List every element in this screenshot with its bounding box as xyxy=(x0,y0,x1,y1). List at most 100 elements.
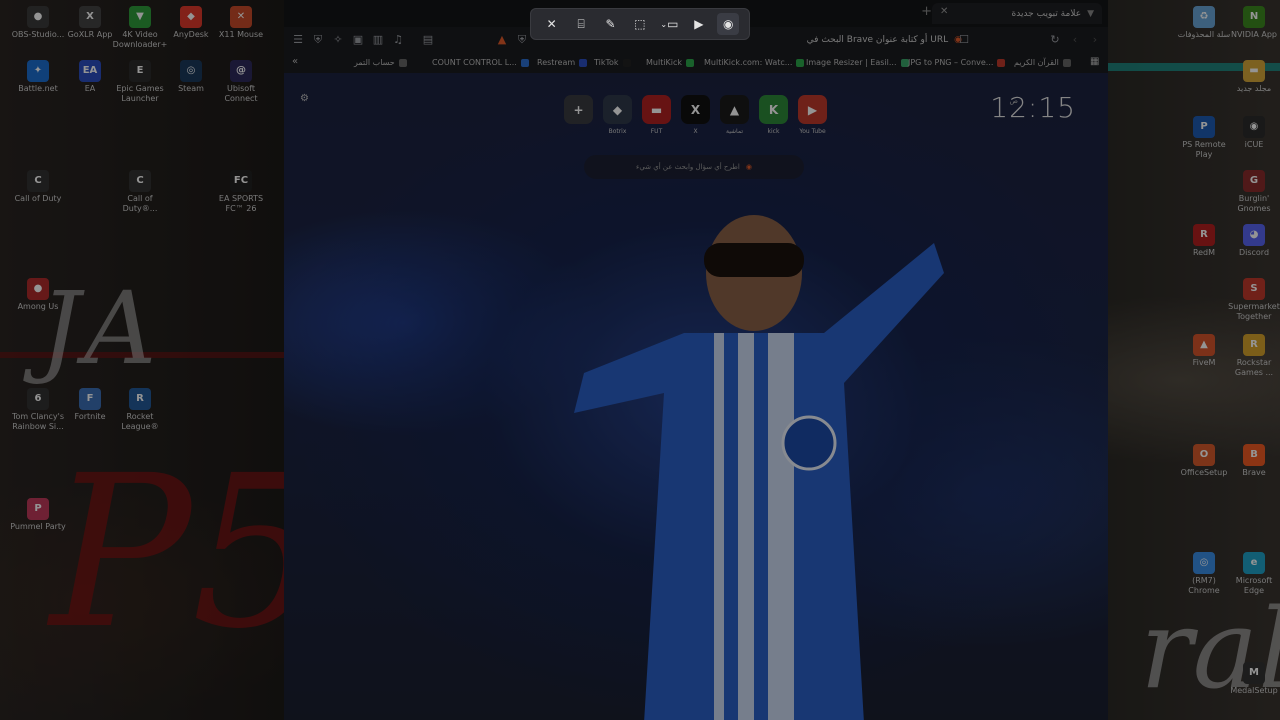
desktop-icon-goxlr[interactable]: X GoXLR App xyxy=(62,6,118,40)
url-bar[interactable]: البحث في Brave أو كتابة عنوان URL ◉ xyxy=(774,30,974,50)
desktop-icon-redm[interactable]: R RedM xyxy=(1176,224,1232,258)
desktop-icon-ea[interactable]: EA EA xyxy=(62,60,118,94)
kick-icon: K xyxy=(759,95,788,124)
goxlr-icon: X xyxy=(79,6,101,28)
desktop-icon-x11-mouse[interactable]: ✕ X11 Mouse xyxy=(213,6,269,40)
search-box[interactable]: اطرح أي سؤال وابحث عن أي شيء ◉ xyxy=(584,155,804,179)
ea-sports-fc-icon: FC xyxy=(230,170,252,192)
youtube-icon: ▶ xyxy=(798,95,827,124)
top-site-x[interactable]: XX xyxy=(681,95,710,135)
wallet-icon[interactable]: ▤ xyxy=(420,32,436,48)
music-icon[interactable]: ♫ xyxy=(390,32,406,48)
desktop-icon-ubisoft[interactable]: @ Ubisoft Connect xyxy=(213,60,269,104)
close-tab-icon[interactable]: ✕ xyxy=(940,6,948,17)
bookmark-item[interactable]: القرآن الكريم xyxy=(1014,58,1071,67)
bookmarks-overflow-icon[interactable]: « xyxy=(292,56,298,67)
add-shortcut-icon: + xyxy=(564,95,593,124)
top-site-youtube[interactable]: ▶ You Tube xyxy=(798,95,827,135)
tab-new-tab[interactable]: ✕ علامة تبويب جديدة ▼ xyxy=(932,3,1102,24)
bookmark-icon[interactable]: ☐ xyxy=(956,32,972,48)
brave-icon: B xyxy=(1243,444,1265,466)
reload-icon[interactable]: ↻ xyxy=(1047,32,1063,48)
anydesk-icon: ◆ xyxy=(180,6,202,28)
bookmark-item[interactable]: MultiKick.com: Watc... xyxy=(704,58,805,67)
desktop-icon-fortnite[interactable]: F Fortnite xyxy=(62,388,118,422)
desktop-icon-rainbow-six[interactable]: 6 Tom Clancy's Rainbow Si... xyxy=(10,388,66,432)
shape-picker-button[interactable]: ⬚ xyxy=(629,13,651,35)
url-placeholder: البحث في Brave أو كتابة عنوان URL xyxy=(806,35,949,45)
desktop-icon-discord[interactable]: ◕ Discord xyxy=(1226,224,1280,258)
ea-icon: EA xyxy=(79,60,101,82)
desktop-icon-rocket-league[interactable]: R Rocket League® xyxy=(112,388,168,432)
close-capture-button[interactable]: ✕ xyxy=(541,13,563,35)
desktop-icon-obs[interactable]: ● OBS-Studio... xyxy=(10,6,66,40)
bookmarks-bar: « حساب التمر COUNT CONTROL L... Restream… xyxy=(284,53,1108,73)
clock-widget: 12:15 xyxy=(990,91,1076,124)
desktop-icon-anydesk[interactable]: ◆ AnyDesk xyxy=(163,6,219,40)
desktop-icon-burglin-gnomes[interactable]: G Burglin' Gnomes xyxy=(1226,170,1280,214)
chrome-icon: ◎ xyxy=(1193,552,1215,574)
desktop-icon-recycle-bin[interactable]: ♻ سلة المحذوفات xyxy=(1176,6,1232,40)
back-icon[interactable]: › xyxy=(1087,32,1103,48)
favicon xyxy=(398,58,407,67)
bookmark-item[interactable]: COUNT CONTROL L... xyxy=(432,58,529,67)
desktop-icon-edge[interactable]: e Microsoft Edge xyxy=(1226,552,1280,596)
text-recognition-button[interactable]: ⌸ xyxy=(570,13,592,35)
bookmark-item[interactable]: Restream xyxy=(537,58,588,67)
bookmark-item[interactable]: JPG to PNG – Conve... xyxy=(908,58,1006,67)
favicon xyxy=(579,58,588,67)
shield-icon[interactable]: ⛨ xyxy=(310,32,326,48)
desktop-icon-new-folder[interactable]: ▬ مجلد جديد xyxy=(1226,60,1280,94)
desktop-icon-steam[interactable]: ◎ Steam xyxy=(163,60,219,94)
bookmark-item[interactable]: MultiKick xyxy=(646,58,695,67)
desktop-icon-nvidia[interactable]: N NVIDIA App xyxy=(1226,6,1280,40)
tab-search-icon[interactable]: ▣ xyxy=(350,32,366,48)
apps-grid-icon[interactable]: ▦ xyxy=(1090,56,1099,67)
page-settings-icon[interactable]: ⚙ xyxy=(300,93,309,104)
pen-button[interactable]: ✎ xyxy=(600,13,622,35)
menu-icon[interactable]: ☰ xyxy=(290,32,306,48)
nvidia-icon: N xyxy=(1243,6,1265,28)
top-site-kick[interactable]: Kkick xyxy=(759,95,788,135)
desktop-icon-fivem[interactable]: ▲ FiveM xyxy=(1176,334,1232,368)
pummel-party-icon: P xyxy=(27,498,49,520)
desktop-icon-cod[interactable]: C Call of Duty xyxy=(10,170,66,204)
icue-icon: ◉ xyxy=(1243,116,1265,138)
botrix-icon: ◆ xyxy=(603,95,632,124)
sidebar-icon[interactable]: ▥ xyxy=(370,32,386,48)
desktop-icon-ps-remote[interactable]: P PS Remote Play xyxy=(1176,116,1232,160)
desktop-icon-cod-2[interactable]: C Call of Duty®... xyxy=(112,170,168,214)
desktop-icon-rockstar[interactable]: R Rockstar Games ... xyxy=(1226,334,1280,378)
top-site-tamashia[interactable]: ▲ تماشية xyxy=(720,95,749,135)
desktop-icon-office[interactable]: O OfficeSetup xyxy=(1176,444,1232,478)
forward-icon[interactable]: ‹ xyxy=(1067,32,1083,48)
desktop-icon-brave[interactable]: B Brave xyxy=(1226,444,1280,478)
screenshot-mode-button[interactable]: ◉ xyxy=(717,13,740,35)
desktop-icon-battlenet[interactable]: ✦ Battle.net xyxy=(10,60,66,94)
extensions-icon[interactable]: ✧ xyxy=(330,32,346,48)
video-mode-button[interactable]: ▶ xyxy=(688,13,710,35)
desktop-icon-supermarket[interactable]: S Supermarket Together xyxy=(1226,278,1280,322)
desktop-icon-pummel-party[interactable]: P Pummel Party xyxy=(10,498,66,532)
desktop-icon-ea-fc[interactable]: FC EA SPORTS FC™ 26 xyxy=(213,170,269,214)
camera-icon: ◉ xyxy=(722,17,734,31)
top-site-add[interactable]: + xyxy=(564,95,593,135)
bookmark-item[interactable]: Image Resizer | Easil... xyxy=(806,58,909,67)
top-site-botrix[interactable]: ◆ Botrix xyxy=(603,95,632,135)
rectangle-mode-button[interactable]: ⌄ ▭ xyxy=(658,13,680,35)
desktop-icon-among-us[interactable]: ● Among Us xyxy=(10,278,66,312)
desktop-icon-chrome[interactable]: ◎ (RM7) Chrome xyxy=(1176,552,1232,596)
desktop-icon-icue[interactable]: ◉ iCUE xyxy=(1226,116,1280,150)
desktop-icon-4k-video[interactable]: ▼ 4K Video Downloader+ xyxy=(112,6,168,50)
brave-shields-icon[interactable]: ⛨ xyxy=(514,32,530,48)
desktop-icon-epic-games[interactable]: E Epic Games Launcher xyxy=(112,60,168,104)
favicon xyxy=(1062,58,1071,67)
edge-icon: e xyxy=(1243,552,1265,574)
bookmark-item[interactable]: TikTok xyxy=(594,58,631,67)
brave-rewards-icon[interactable]: ▲ xyxy=(494,32,510,48)
obs-icon: ● xyxy=(27,6,49,28)
desktop-icon-medal[interactable]: M MedalSetup xyxy=(1226,662,1280,696)
new-tab-button[interactable]: + xyxy=(921,4,932,19)
top-site-fut[interactable]: ▬ FUT xyxy=(642,95,671,135)
bookmark-item[interactable]: حساب التمر xyxy=(354,58,407,67)
